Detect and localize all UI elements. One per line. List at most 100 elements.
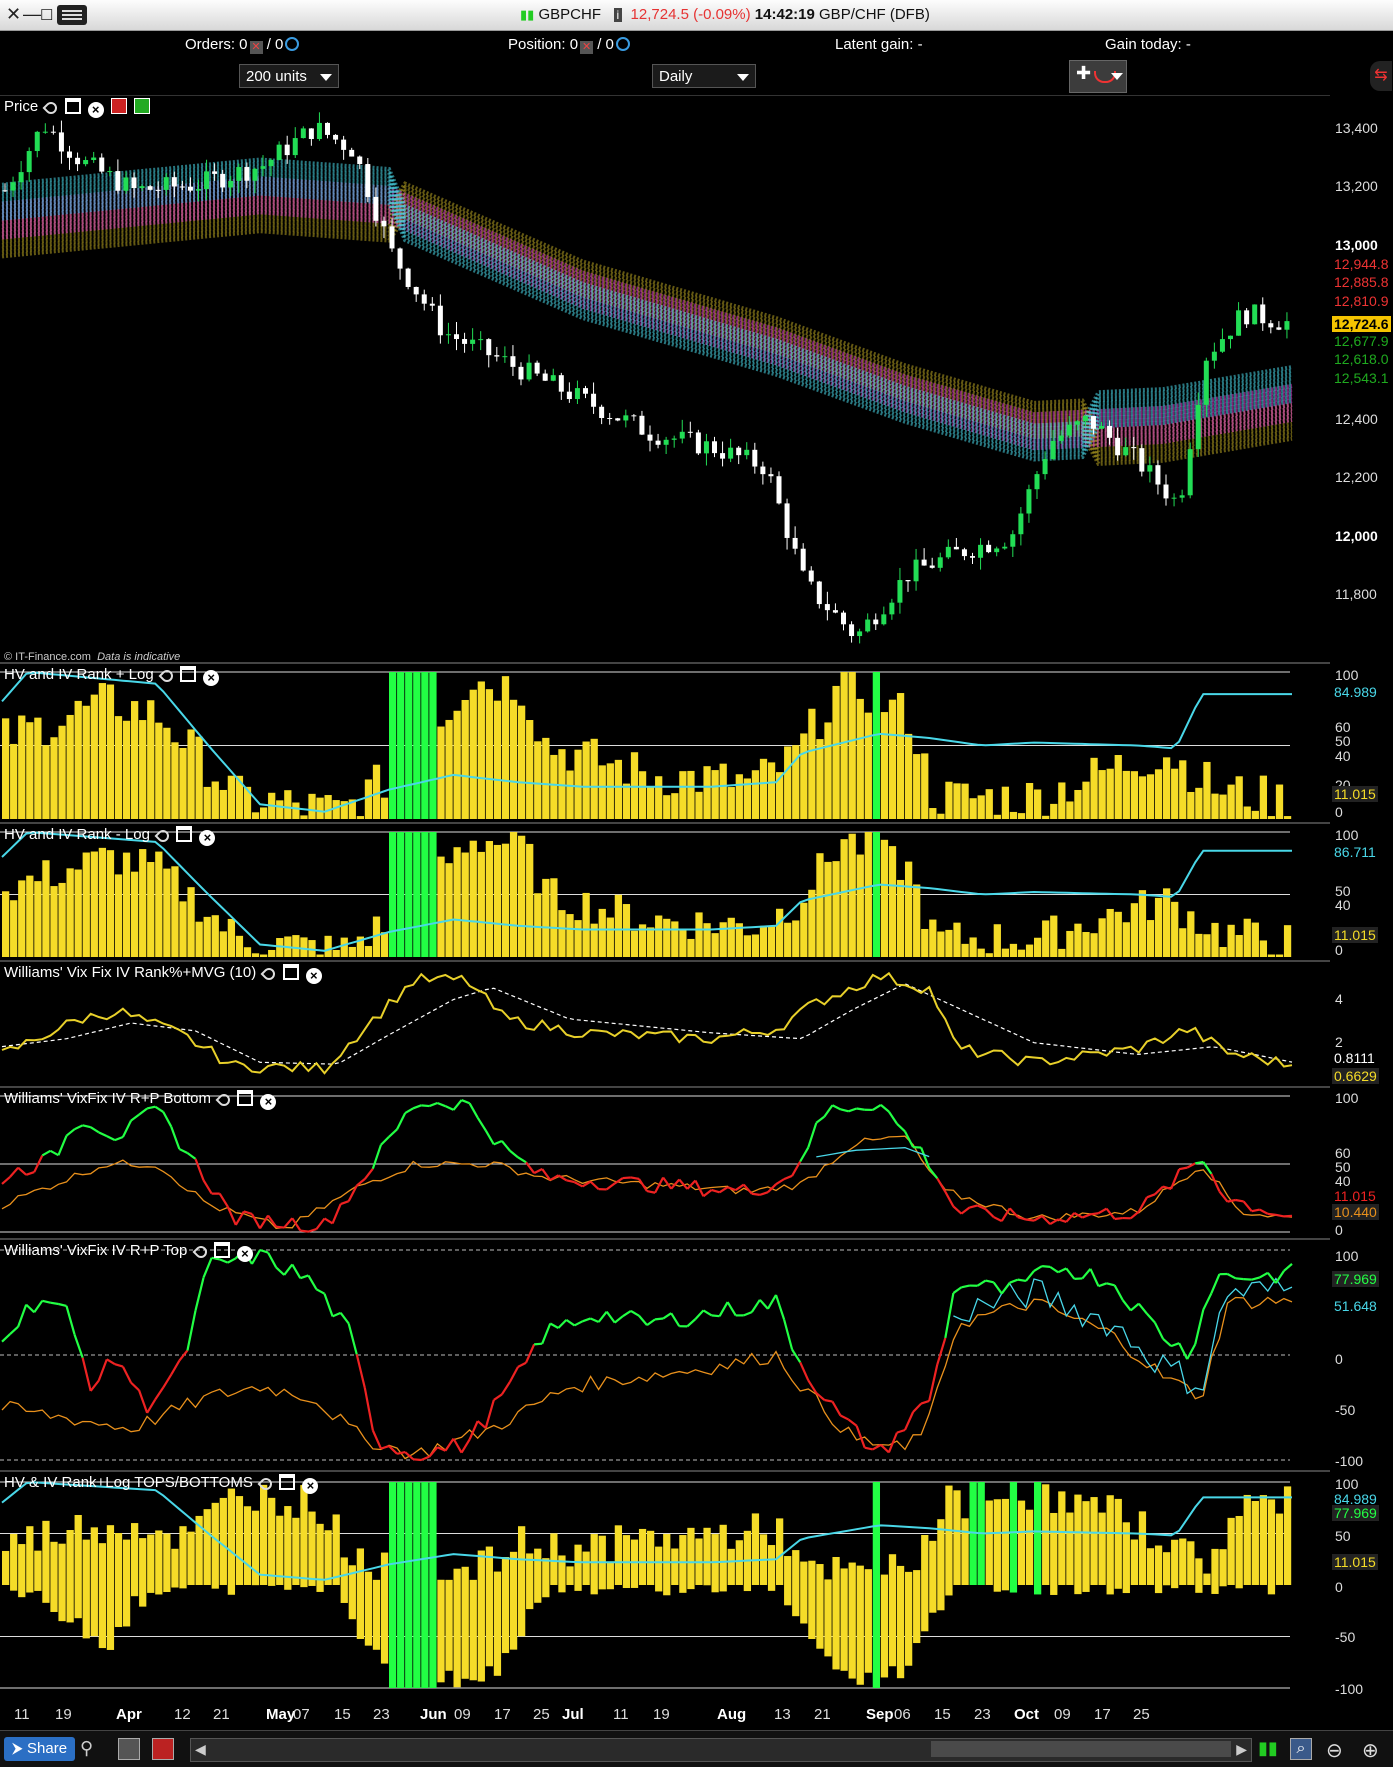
vixfix-rank-panel[interactable]: Williams' Vix Fix IV Rank%+MVG (10) × bbox=[0, 962, 1330, 1088]
vixfix-top-panel[interactable]: Williams' VixFix IV R+P Top × bbox=[0, 1240, 1330, 1472]
window-icon[interactable] bbox=[214, 1242, 230, 1258]
keyboard-icon[interactable] bbox=[57, 5, 87, 25]
rank-bar bbox=[1002, 787, 1009, 819]
rank-bar bbox=[921, 753, 928, 819]
close-icon[interactable]: × bbox=[260, 1094, 276, 1110]
rank-bar bbox=[1260, 776, 1267, 819]
top-bar bbox=[889, 1554, 896, 1585]
toolbar-toggle-icon[interactable]: ⇆ bbox=[1370, 61, 1392, 91]
price-panel[interactable]: Price × © IT-Finance.com Data is indicat… bbox=[0, 96, 1330, 664]
rank-bar bbox=[357, 816, 364, 819]
minimize-icon[interactable]: — bbox=[23, 4, 41, 25]
hv-iv-rank-nolog-panel[interactable]: HV and IV Rank - Log × bbox=[0, 824, 1330, 962]
date-label: 13 bbox=[774, 1706, 791, 1723]
gear-icon[interactable] bbox=[285, 37, 299, 51]
grid-icon[interactable] bbox=[118, 1738, 140, 1760]
bottom-bar bbox=[99, 1585, 106, 1648]
bottom-bar bbox=[1082, 1585, 1089, 1592]
rank-bar bbox=[155, 852, 162, 957]
close-icon[interactable]: × bbox=[199, 830, 215, 846]
vixfix-bottom-segment bbox=[986, 1209, 994, 1217]
wrench-icon[interactable] bbox=[158, 668, 175, 685]
window-icon[interactable] bbox=[279, 1474, 295, 1490]
window-icon[interactable] bbox=[237, 1090, 253, 1106]
vixfix-top-segment bbox=[631, 1311, 639, 1316]
vixfix-top-segment bbox=[1155, 1323, 1163, 1339]
wrench-icon[interactable] bbox=[216, 1092, 233, 1109]
pin-icon[interactable]: ⚲ bbox=[80, 1738, 102, 1760]
scroll-left-icon[interactable]: ◀ bbox=[195, 1741, 206, 1758]
units-dropdown[interactable]: 200 units bbox=[239, 64, 339, 88]
vixfix-top-segment bbox=[1244, 1279, 1252, 1280]
chart-style-icon[interactable] bbox=[152, 1738, 174, 1760]
bottom-bar bbox=[470, 1585, 477, 1680]
bottom-bar bbox=[623, 1585, 630, 1588]
date-label: 23 bbox=[974, 1706, 991, 1723]
candle-body bbox=[946, 547, 951, 557]
close-icon[interactable]: ✕ bbox=[6, 4, 21, 25]
timeframe-dropdown[interactable]: Daily bbox=[652, 64, 756, 88]
vixfix-top-segment bbox=[623, 1311, 631, 1316]
candles-icon[interactable]: ▮▮ bbox=[1258, 1738, 1280, 1760]
price-axis[interactable]: 13,400 13,200 13,000 12,400 12,200 12,00… bbox=[1330, 95, 1393, 660]
rank-bar bbox=[171, 742, 178, 819]
vixfix-top-segment bbox=[26, 1305, 34, 1313]
vixfix-top-segment bbox=[107, 1359, 115, 1364]
close-icon[interactable]: × bbox=[203, 670, 219, 686]
window-icon[interactable] bbox=[180, 666, 196, 682]
wrench-icon[interactable] bbox=[155, 828, 172, 845]
window-icon[interactable] bbox=[65, 98, 81, 114]
scroll-thumb[interactable] bbox=[931, 1741, 1231, 1757]
rank-bar bbox=[437, 857, 444, 957]
top-bar bbox=[776, 1518, 783, 1585]
wrench-icon[interactable] bbox=[192, 1244, 209, 1261]
date-label: Oct bbox=[1014, 1706, 1039, 1723]
share-button[interactable]: ⮞ Share bbox=[4, 1737, 75, 1761]
vixfix-bottom-panel[interactable]: Williams' VixFix IV R+P Bottom × bbox=[0, 1088, 1330, 1240]
candle-body bbox=[1010, 534, 1015, 546]
cancel-orders-icon[interactable]: ✕ bbox=[250, 41, 263, 54]
vixfix-top-segment bbox=[1115, 1285, 1123, 1300]
wrench-icon[interactable] bbox=[258, 1476, 275, 1493]
vixfix-top-segment bbox=[365, 1388, 373, 1431]
panel-title: Williams' VixFix IV R+P Top bbox=[4, 1242, 187, 1259]
close-position-icon[interactable]: ✕ bbox=[580, 41, 593, 54]
close-icon[interactable]: × bbox=[306, 968, 322, 984]
info-icon[interactable]: i bbox=[614, 8, 623, 22]
zoom-in-icon[interactable]: ⊕ bbox=[1362, 1738, 1384, 1760]
scroll-right-icon[interactable]: ▶ bbox=[1236, 1741, 1247, 1758]
close-icon[interactable]: × bbox=[88, 102, 104, 118]
move-down-icon[interactable] bbox=[111, 98, 127, 114]
wrench-icon[interactable] bbox=[261, 966, 278, 983]
rank-bar bbox=[163, 728, 170, 819]
candle-body bbox=[486, 339, 491, 355]
panel-header: HV and IV Rank - Log × bbox=[4, 826, 215, 846]
vixfix-bottom-segment bbox=[131, 1115, 139, 1121]
rank-bar bbox=[1155, 898, 1162, 957]
horizontal-scrollbar[interactable]: ◀ ▶ bbox=[190, 1738, 1252, 1762]
vixfix-top-segment bbox=[566, 1320, 574, 1326]
close-icon[interactable]: × bbox=[302, 1478, 318, 1494]
vixfix-top-segment bbox=[542, 1324, 550, 1344]
tops-bottoms-panel[interactable]: HV & IV Rank+Log TOPS/BOTTOMS × bbox=[0, 1472, 1330, 1698]
hv-iv-rank-log-panel[interactable]: HV and IV Rank + Log × bbox=[0, 664, 1330, 824]
vixfix-bottom-segment bbox=[1211, 1174, 1219, 1192]
move-up-icon[interactable] bbox=[134, 98, 150, 114]
close-icon[interactable]: × bbox=[237, 1246, 253, 1262]
chevron-down-icon[interactable] bbox=[1111, 73, 1123, 80]
vixfix-bottom-segment bbox=[1276, 1215, 1284, 1217]
vixfix-bottom-segment bbox=[663, 1178, 671, 1189]
rank-bar bbox=[728, 787, 735, 819]
window-icon[interactable] bbox=[283, 964, 299, 980]
zoom-out-icon[interactable]: ⊖ bbox=[1326, 1738, 1348, 1760]
maximize-icon[interactable]: ☐ bbox=[40, 6, 53, 24]
rank-bar bbox=[252, 812, 259, 819]
zoom-select-icon[interactable]: ⌕ bbox=[1290, 1738, 1312, 1760]
window-icon[interactable] bbox=[176, 826, 192, 842]
date-axis[interactable] bbox=[0, 1700, 1393, 1730]
gear-icon[interactable] bbox=[616, 37, 630, 51]
candle-body bbox=[656, 441, 661, 445]
vixfix-top-segment bbox=[252, 1250, 260, 1264]
wrench-icon[interactable] bbox=[43, 100, 60, 117]
rank-bar bbox=[123, 721, 130, 819]
